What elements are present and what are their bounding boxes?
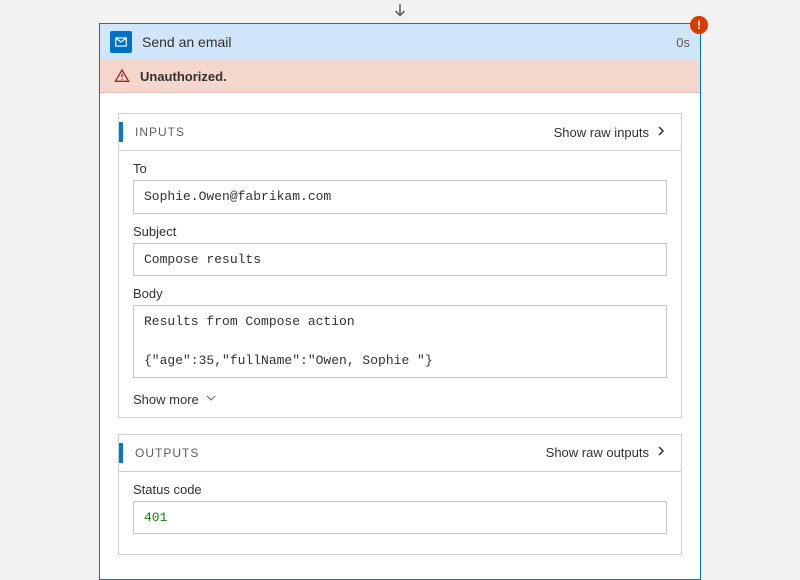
accent-bar (119, 122, 123, 142)
body-label: Body (133, 286, 667, 301)
error-banner: Unauthorized. (100, 60, 700, 93)
body-value[interactable]: Results from Compose action {"age":35,"f… (133, 305, 667, 378)
show-more-label: Show more (133, 392, 199, 407)
to-value[interactable]: Sophie.Owen@fabrikam.com (133, 180, 667, 214)
inputs-section: INPUTS Show raw inputs To Sophie.Owen@fa… (118, 113, 682, 418)
status-code-label: Status code (133, 482, 667, 497)
subject-label: Subject (133, 224, 667, 239)
status-code-value[interactable]: 401 (133, 501, 667, 535)
outputs-section: OUTPUTS Show raw outputs Status code 401 (118, 434, 682, 556)
outputs-title: OUTPUTS (135, 446, 546, 460)
warning-icon (114, 68, 130, 84)
outlook-icon (110, 31, 132, 53)
duration-label: 0s (676, 35, 690, 50)
error-badge-icon: ! (690, 16, 708, 34)
outputs-header: OUTPUTS Show raw outputs (119, 435, 681, 472)
chevron-down-icon (205, 392, 217, 407)
inputs-header: INPUTS Show raw inputs (119, 114, 681, 151)
chevron-right-icon[interactable] (655, 125, 667, 140)
show-more-button[interactable]: Show more (133, 388, 217, 407)
flow-connector-arrow (391, 2, 409, 23)
show-raw-outputs-link[interactable]: Show raw outputs (546, 445, 649, 460)
show-raw-inputs-link[interactable]: Show raw inputs (554, 125, 649, 140)
error-message: Unauthorized. (140, 69, 227, 84)
inputs-title: INPUTS (135, 125, 554, 139)
accent-bar (119, 443, 123, 463)
action-card: ! Send an email 0s Unauthorized. INPUTS … (99, 23, 701, 580)
card-header[interactable]: Send an email 0s (100, 24, 700, 60)
subject-value[interactable]: Compose results (133, 243, 667, 277)
card-title: Send an email (142, 34, 676, 50)
to-label: To (133, 161, 667, 176)
chevron-right-icon[interactable] (655, 445, 667, 460)
